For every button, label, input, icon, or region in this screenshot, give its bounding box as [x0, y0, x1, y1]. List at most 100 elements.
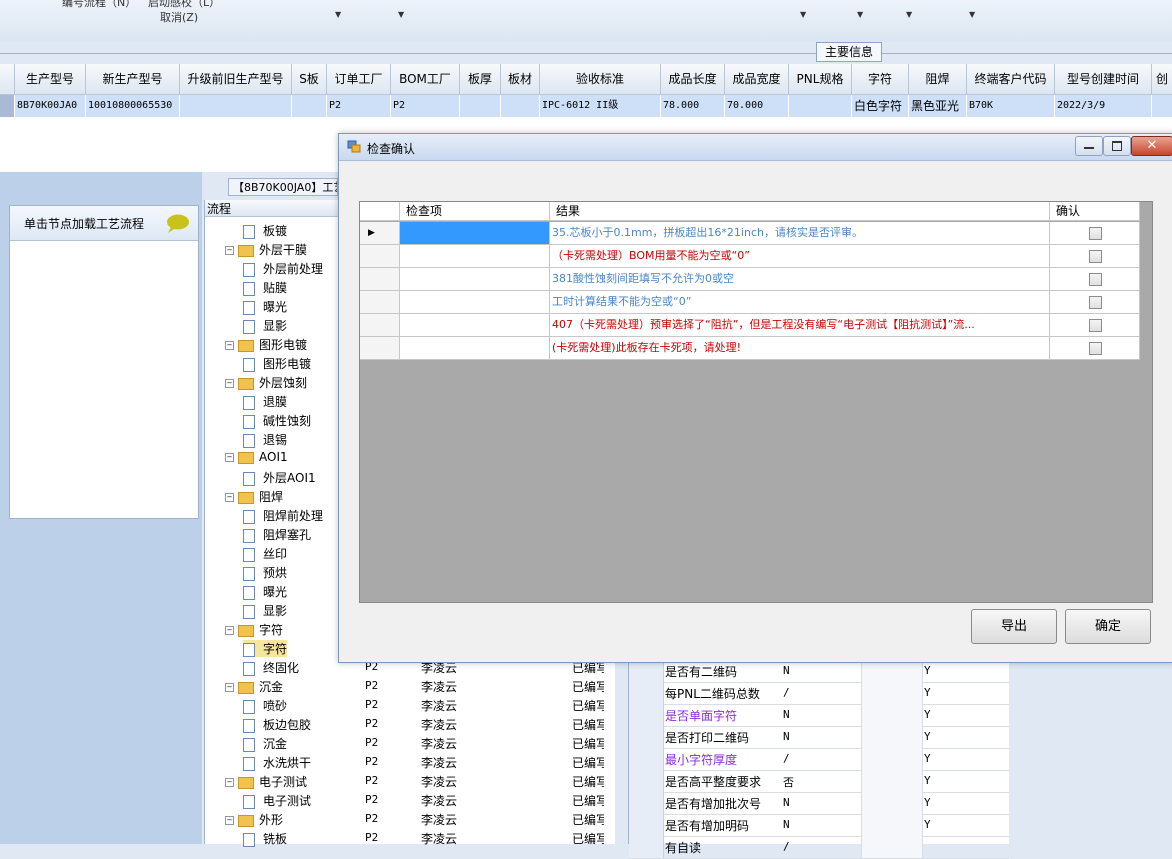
row-header[interactable]: [0, 95, 14, 117]
confirm-cell[interactable]: [1050, 291, 1140, 314]
toolbar-partial-label[interactable]: 编号流程（N）: [62, 0, 136, 10]
table-cell[interactable]: [789, 95, 851, 117]
process-tab[interactable]: 【8B70K00JA0】工艺: [228, 178, 338, 196]
column-header[interactable]: 创: [1152, 64, 1172, 95]
collapse-icon[interactable]: −: [225, 816, 234, 825]
tree-item[interactable]: 铣板: [243, 830, 287, 847]
check-item-cell[interactable]: [400, 268, 550, 291]
table-cell[interactable]: 78.000: [661, 95, 724, 117]
attribute-row[interactable]: 是否高平整度要求 否 Y: [629, 770, 1009, 793]
attribute-row[interactable]: 有自读 /: [629, 836, 1009, 859]
row-header[interactable]: [629, 682, 664, 704]
confirm-cell[interactable]: [1050, 314, 1140, 337]
attribute-row[interactable]: 最小字符厚度 / Y: [629, 748, 1009, 771]
tree-group[interactable]: − 外层蚀刻: [225, 374, 307, 391]
attribute-row[interactable]: 是否有增加批次号 N Y: [629, 792, 1009, 815]
column-header[interactable]: S板: [292, 64, 327, 95]
check-row[interactable]: 工时计算结果不能为空或“0”: [360, 291, 1140, 314]
tree-item[interactable]: 退膜: [243, 393, 287, 410]
table-cell[interactable]: [861, 836, 923, 858]
check-result-cell[interactable]: （卡死需处理）BOM用量不能为空或“0”: [550, 245, 1050, 268]
table-cell[interactable]: [861, 660, 923, 682]
chevron-down-icon[interactable]: ▼: [857, 10, 863, 19]
column-header[interactable]: 阻焊: [909, 64, 967, 95]
table-cell[interactable]: [861, 792, 923, 814]
attribute-value[interactable]: N: [783, 796, 790, 809]
column-header[interactable]: 新生产型号: [86, 64, 180, 95]
column-header[interactable]: PNL规格: [789, 64, 852, 95]
confirm-checkbox[interactable]: [1089, 273, 1102, 286]
table-cell[interactable]: B70K: [967, 95, 1054, 117]
collapse-icon[interactable]: −: [225, 626, 234, 635]
tree-item[interactable]: 曝光: [243, 298, 287, 315]
table-cell[interactable]: 10010800065530: [86, 95, 179, 117]
column-header[interactable]: 板材: [501, 64, 540, 95]
tree-item[interactable]: 外层前处理: [243, 260, 323, 277]
attribute-value[interactable]: /: [783, 840, 790, 853]
table-cell[interactable]: [292, 95, 326, 117]
row-header[interactable]: [360, 337, 400, 360]
close-button[interactable]: ✕: [1131, 136, 1172, 156]
collapse-icon[interactable]: −: [225, 246, 234, 255]
table-cell[interactable]: [861, 682, 923, 704]
check-row[interactable]: ▶ 35.芯板小于0.1mm，拼板超出16*21inch，请核实是否评审。: [360, 222, 1140, 245]
row-header[interactable]: [629, 726, 664, 748]
table-cell[interactable]: 2022/3/9: [1055, 95, 1151, 117]
row-header[interactable]: [629, 814, 664, 836]
chevron-down-icon[interactable]: ▼: [398, 10, 404, 19]
attribute-row[interactable]: 是否单面字符 N Y: [629, 704, 1009, 727]
row-header[interactable]: [360, 268, 400, 291]
column-header[interactable]: 升级前旧生产型号: [180, 64, 292, 95]
column-header[interactable]: 成品宽度: [725, 64, 789, 95]
column-header[interactable]: 生产型号: [15, 64, 86, 95]
tree-item[interactable]: 阻焊前处理: [243, 507, 323, 524]
column-header[interactable]: 验收标准: [540, 64, 661, 95]
check-row[interactable]: (卡死需处理)此板存在卡死项，请处理!: [360, 337, 1140, 360]
row-header[interactable]: [360, 245, 400, 268]
tree-item[interactable]: 预烘: [243, 564, 287, 581]
confirm-cell[interactable]: [1050, 337, 1140, 360]
tree-item[interactable]: 退锡: [243, 431, 287, 448]
dialog-titlebar[interactable]: 检查确认 ✕: [339, 134, 1172, 161]
tree-item[interactable]: 碱性蚀刻: [243, 412, 311, 429]
collapse-icon[interactable]: −: [225, 778, 234, 787]
collapse-icon[interactable]: −: [225, 683, 234, 692]
row-header[interactable]: [360, 314, 400, 337]
collapse-icon[interactable]: −: [225, 379, 234, 388]
tree-item[interactable]: 贴膜: [243, 279, 287, 296]
confirm-checkbox[interactable]: [1089, 342, 1102, 355]
collapse-icon[interactable]: −: [225, 453, 234, 462]
row-header[interactable]: [629, 660, 664, 682]
table-cell[interactable]: 8B70K00JA0: [15, 95, 85, 117]
column-header[interactable]: 型号创建时间: [1055, 64, 1152, 95]
attribute-row[interactable]: 是否打印二维码 N Y: [629, 726, 1009, 749]
table-cell[interactable]: [180, 95, 291, 117]
tree-item[interactable]: 沉金: [243, 735, 287, 752]
check-row[interactable]: 381酸性蚀刻间距填写不允许为0或空: [360, 268, 1140, 291]
tree-item[interactable]: 图形电镀: [243, 355, 311, 372]
chevron-down-icon[interactable]: ▼: [906, 10, 912, 19]
column-header[interactable]: BOM工厂: [391, 64, 460, 95]
table-cell[interactable]: [501, 95, 539, 117]
attribute-value[interactable]: N: [783, 664, 790, 677]
tree-item[interactable]: 阻焊塞孔: [243, 526, 311, 543]
table-cell[interactable]: [861, 748, 923, 770]
row-header[interactable]: [629, 836, 664, 858]
tree-item[interactable]: 板镀: [243, 222, 287, 239]
tree-item[interactable]: 曝光: [243, 583, 287, 600]
column-header-item[interactable]: 检查项: [400, 202, 550, 221]
check-item-cell[interactable]: [400, 314, 550, 337]
check-item-cell[interactable]: [400, 245, 550, 268]
chevron-down-icon[interactable]: ▼: [335, 10, 341, 19]
tree-item[interactable]: 电子测试: [243, 792, 311, 809]
table-cell[interactable]: [861, 726, 923, 748]
tree-item[interactable]: 丝印: [243, 545, 287, 562]
tree-item[interactable]: 水洗烘干: [243, 754, 311, 771]
row-header[interactable]: [360, 291, 400, 314]
tab-main-info[interactable]: 主要信息: [816, 42, 882, 62]
table-cell[interactable]: P2: [327, 95, 390, 117]
tree-group[interactable]: − 阻焊: [225, 488, 283, 505]
tree-item[interactable]: 终固化: [243, 659, 299, 676]
attribute-value[interactable]: /: [783, 686, 790, 699]
table-cell[interactable]: [861, 814, 923, 836]
